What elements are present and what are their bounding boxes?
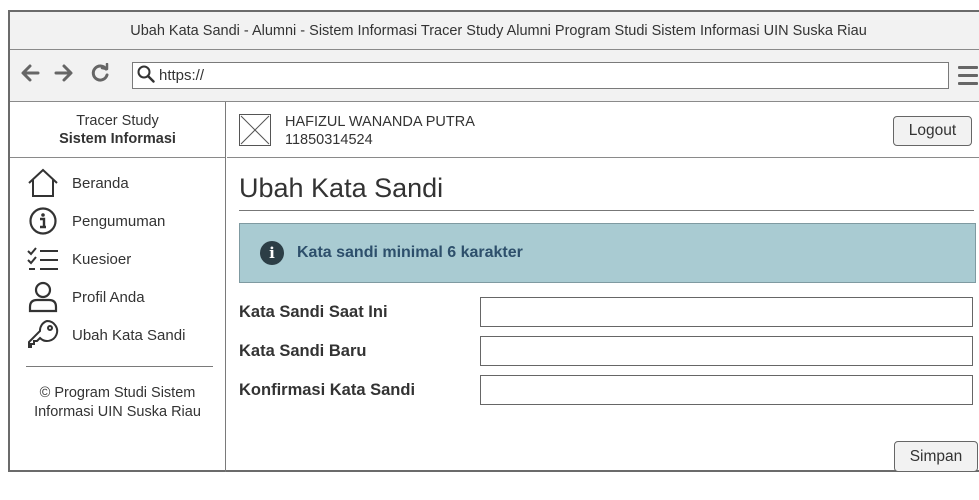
confirm-password-field[interactable] bbox=[480, 375, 973, 405]
sidebar-item-label: Pengumuman bbox=[72, 212, 166, 230]
form-row-confirm-password: Konfirmasi Kata Sandi bbox=[239, 375, 974, 405]
key-icon bbox=[26, 319, 60, 351]
form-row-new-password: Kata Sandi Baru bbox=[239, 336, 974, 366]
confirm-password-label: Konfirmasi Kata Sandi bbox=[239, 380, 416, 399]
current-password-field[interactable] bbox=[480, 297, 973, 327]
sidebar-item-profil[interactable]: Profil Anda bbox=[10, 278, 225, 316]
sidebar-item-label: Profil Anda bbox=[72, 288, 145, 306]
brand: Tracer Study Sistem Informasi bbox=[10, 102, 225, 158]
alert-text: Kata sandi minimal 6 karakter bbox=[297, 244, 523, 261]
sidebar-item-label: Kuesioer bbox=[72, 250, 132, 268]
sidebar: Tracer Study Sistem Informasi Beranda Pe… bbox=[10, 102, 226, 472]
browser-window: Ubah Kata Sandi - Alumni - Sistem Inform… bbox=[8, 10, 979, 472]
window-title: Ubah Kata Sandi - Alumni - Sistem Inform… bbox=[130, 22, 867, 39]
info-icon bbox=[26, 205, 60, 237]
user-id: 11850314524 bbox=[285, 132, 373, 148]
logout-button[interactable]: Logout bbox=[893, 116, 972, 146]
forward-arrow-icon[interactable] bbox=[54, 63, 74, 87]
new-password-label: Kata Sandi Baru bbox=[239, 341, 367, 360]
sidebar-item-beranda[interactable]: Beranda bbox=[10, 164, 225, 202]
address-url: https:// bbox=[159, 67, 205, 84]
menu-icon[interactable] bbox=[958, 66, 978, 90]
sidebar-item-pengumuman[interactable]: Pengumuman bbox=[10, 202, 225, 240]
user-icon bbox=[26, 281, 60, 313]
address-bar[interactable]: https:// bbox=[132, 62, 949, 89]
search-icon bbox=[137, 65, 159, 87]
window-titlebar: Ubah Kata Sandi - Alumni - Sistem Inform… bbox=[10, 12, 979, 50]
sidebar-item-label: Ubah Kata Sandi bbox=[72, 326, 186, 344]
new-password-field[interactable] bbox=[480, 336, 973, 366]
user-info: HAFIZUL WANANDA PUTRA 11850314524 bbox=[285, 113, 475, 149]
user-name: HAFIZUL WANANDA PUTRA bbox=[285, 114, 475, 130]
password-form: Kata Sandi Saat Ini Kata Sandi Baru Konf… bbox=[239, 297, 974, 405]
page-title: Ubah Kata Sandi bbox=[239, 159, 974, 211]
sidebar-menu: Beranda Pengumuman Kuesioer Profil Anda bbox=[10, 158, 225, 354]
sidebar-footer: © Program Studi Sistem Informasi UIN Sus… bbox=[34, 385, 201, 420]
sidebar-item-ubah-kata-sandi[interactable]: Ubah Kata Sandi bbox=[10, 316, 225, 354]
home-icon bbox=[26, 167, 60, 199]
back-arrow-icon[interactable] bbox=[20, 63, 40, 87]
info-icon: i bbox=[260, 241, 284, 265]
reload-icon[interactable] bbox=[90, 62, 110, 87]
user-header: HAFIZUL WANANDA PUTRA 11850314524 Logout bbox=[227, 102, 979, 158]
main-content: Ubah Kata Sandi i Kata sandi minimal 6 k… bbox=[239, 159, 978, 472]
sidebar-item-kuesioner[interactable]: Kuesioer bbox=[10, 240, 225, 278]
save-button[interactable]: Simpan bbox=[894, 441, 978, 472]
brand-line2: Sistem Informasi bbox=[59, 131, 176, 147]
checklist-icon bbox=[26, 243, 60, 275]
current-password-label: Kata Sandi Saat Ini bbox=[239, 302, 388, 321]
browser-toolbar: https:// bbox=[10, 50, 979, 102]
info-alert: i Kata sandi minimal 6 karakter bbox=[239, 223, 976, 283]
avatar bbox=[239, 114, 271, 146]
brand-line1: Tracer Study bbox=[76, 113, 159, 129]
form-row-current-password: Kata Sandi Saat Ini bbox=[239, 297, 974, 327]
sidebar-item-label: Beranda bbox=[72, 174, 129, 192]
